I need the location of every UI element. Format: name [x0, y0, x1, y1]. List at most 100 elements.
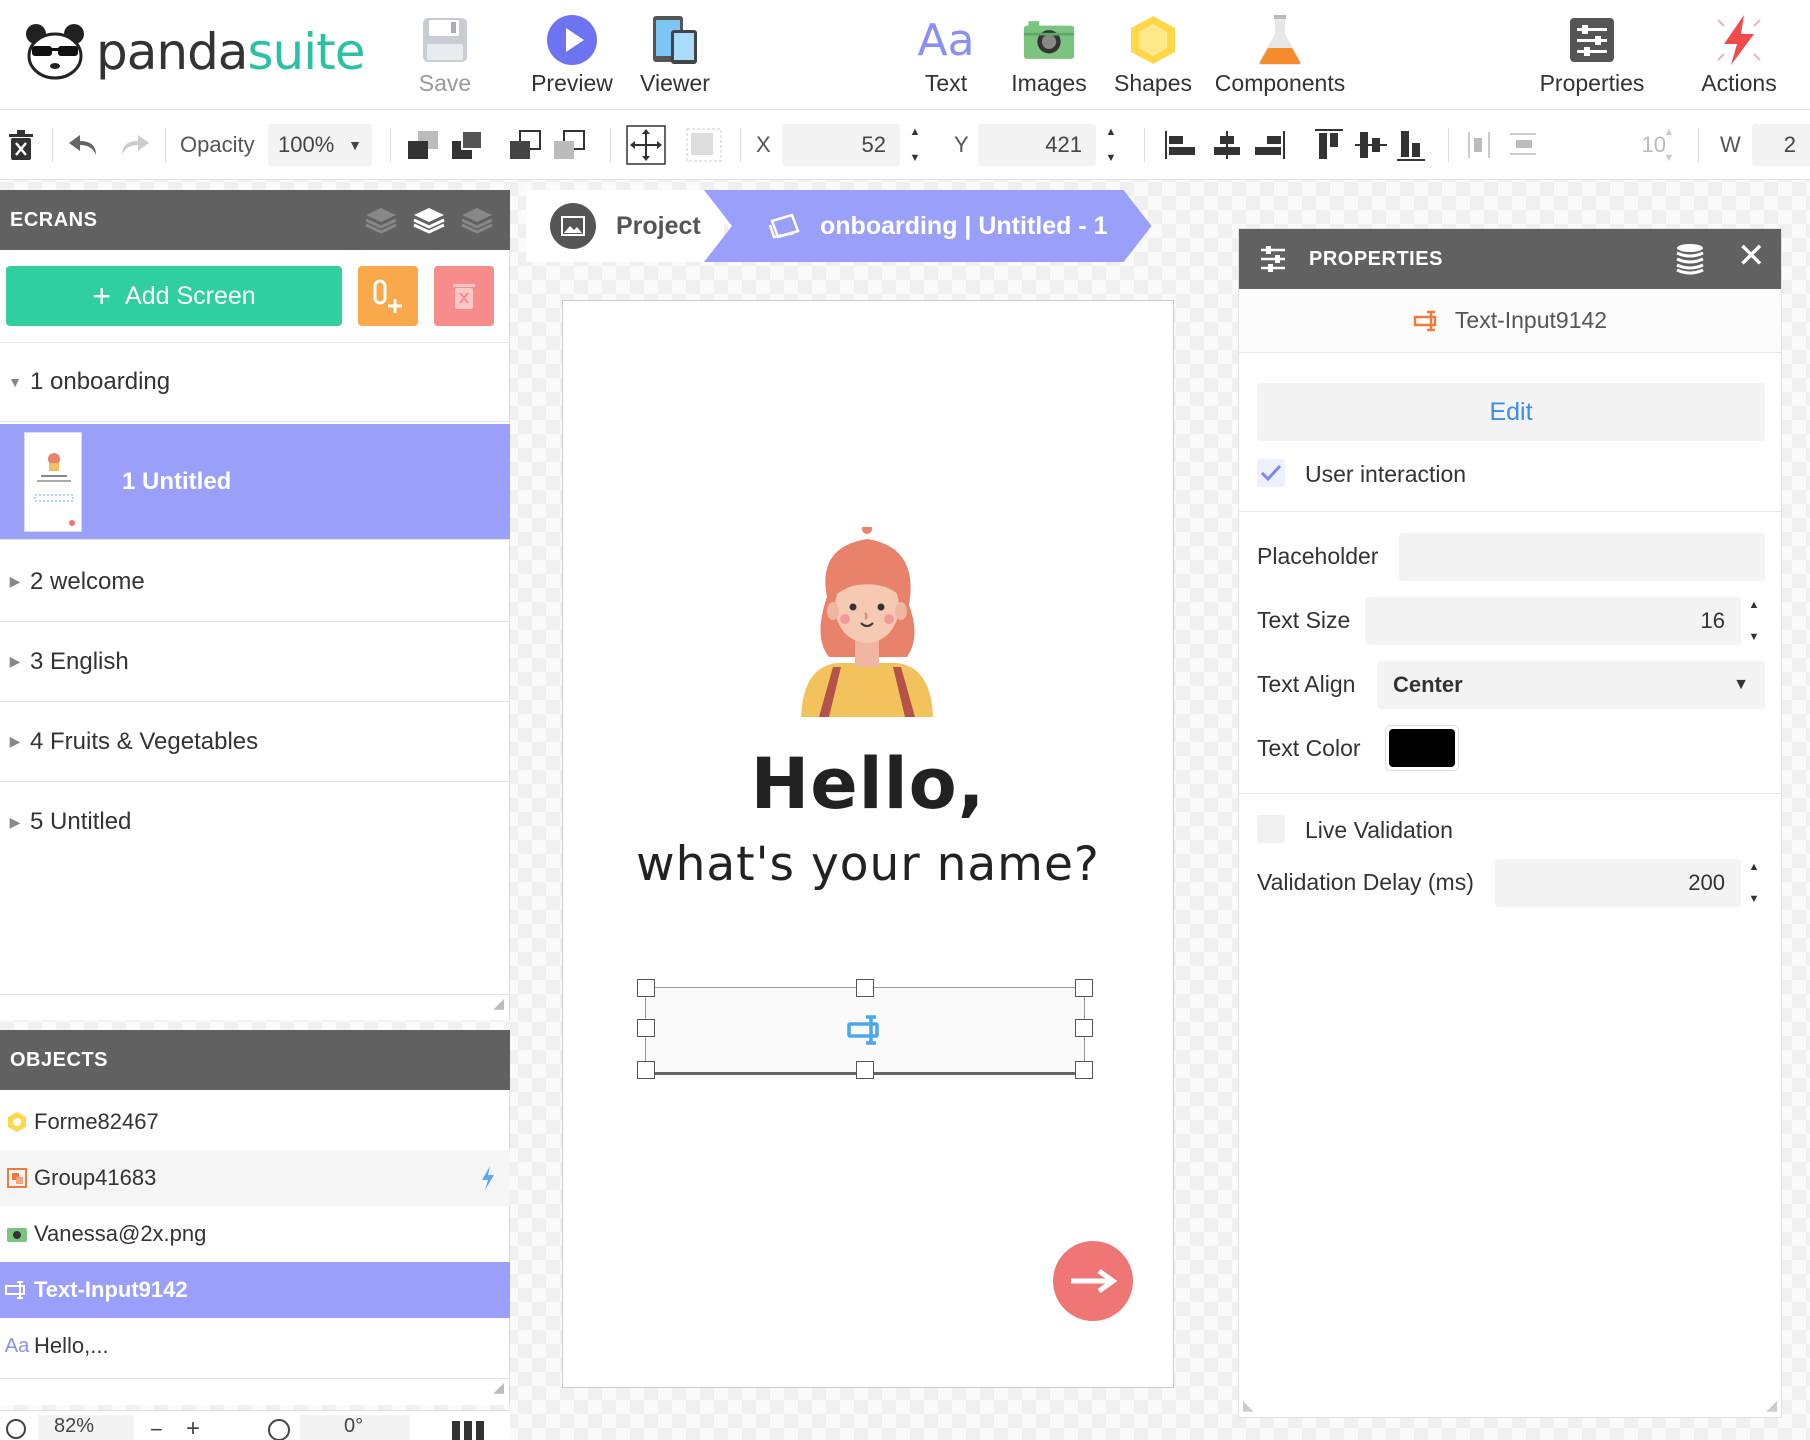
resize-handle-top-right[interactable] — [1075, 979, 1093, 997]
vanessa-avatar-image[interactable] — [797, 527, 937, 717]
align-center-button[interactable] — [1210, 110, 1244, 180]
expand-right-icon[interactable]: ▶ — [0, 814, 30, 831]
w-input[interactable]: 2 — [1752, 124, 1810, 166]
object-row-group41683[interactable]: Group41683 — [0, 1150, 510, 1206]
distribute-horizontal-button[interactable] — [1466, 110, 1494, 180]
align-right-button[interactable] — [1252, 110, 1286, 180]
text-color-swatch[interactable] — [1385, 725, 1459, 771]
zoom-select[interactable]: 82% — [38, 1415, 134, 1440]
y-stepper[interactable]: ▲ ▼ — [1102, 126, 1120, 164]
align-top-button[interactable] — [1314, 110, 1344, 180]
arrow-down-icon[interactable]: ▼ — [1106, 152, 1117, 164]
delete-screen-button[interactable] — [434, 266, 494, 326]
resize-handle-icon[interactable]: ◣ — [1243, 1397, 1254, 1414]
layers-active-icon[interactable] — [412, 206, 446, 234]
add-screen-button[interactable]: + Add Screen — [6, 266, 342, 326]
layers-collapse-icon[interactable] — [460, 206, 494, 234]
rotation-select[interactable]: 0° — [300, 1415, 410, 1440]
images-tool-button[interactable]: Images — [994, 14, 1104, 97]
resize-handle-icon[interactable]: ◢ — [493, 1379, 504, 1396]
bring-forward-button[interactable] — [450, 110, 484, 180]
zoom-out-button[interactable]: − — [150, 1417, 163, 1440]
distribute-vertical-button[interactable] — [1508, 110, 1538, 180]
text-size-stepper[interactable]: ▲ ▼ — [1745, 599, 1763, 643]
text-size-input[interactable]: 16 — [1365, 597, 1741, 645]
edit-button[interactable]: Edit — [1257, 383, 1765, 441]
components-tool-button[interactable]: Components — [1215, 14, 1345, 97]
object-row-forme82467[interactable]: Forme82467 — [0, 1094, 510, 1150]
expand-right-icon[interactable]: ▶ — [0, 573, 30, 590]
screen-group-english[interactable]: ▶ 3 English — [0, 622, 510, 702]
arrow-down-icon[interactable]: ▼ — [1664, 152, 1675, 164]
resize-handle-left[interactable] — [637, 1019, 655, 1037]
layers-icon[interactable] — [364, 206, 398, 234]
objects-panel-resize[interactable]: ◢ — [0, 1378, 510, 1396]
save-button[interactable]: Save — [390, 14, 500, 97]
arrow-up-icon[interactable]: ▲ — [1749, 599, 1760, 611]
expand-right-icon[interactable]: ▶ — [0, 733, 30, 750]
align-bottom-button[interactable] — [1396, 110, 1426, 180]
next-arrow-button[interactable] — [1053, 1241, 1133, 1321]
expand-down-icon[interactable]: ▼ — [0, 374, 30, 390]
object-row-text-input9142[interactable]: Text-Input9142 — [0, 1262, 510, 1318]
arrow-up-icon[interactable]: ▲ — [1106, 126, 1117, 138]
object-row-vanessa-png[interactable]: Vanessa@2x.png — [0, 1206, 510, 1262]
placeholder-input[interactable] — [1399, 533, 1765, 581]
validation-delay-stepper[interactable]: ▲ ▼ — [1745, 861, 1763, 905]
properties-panel-resize[interactable]: ◣ ◢ — [1239, 1397, 1781, 1417]
y-input[interactable]: 421 — [978, 124, 1096, 166]
close-icon[interactable]: ✕ — [1737, 239, 1766, 273]
breadcrumb-project[interactable]: Project — [526, 190, 724, 262]
resize-handle-right[interactable] — [1075, 1019, 1093, 1037]
object-row-hello-text[interactable]: Aa Hello,... — [0, 1318, 510, 1374]
screens-panel-resize[interactable]: ◢ — [0, 994, 510, 1012]
x-stepper[interactable]: ▲ ▼ — [906, 126, 924, 164]
undo-button[interactable] — [66, 110, 102, 180]
arrow-up-icon[interactable]: ▲ — [1664, 126, 1675, 138]
greeting-heading[interactable]: Hello, — [563, 743, 1173, 825]
x-input[interactable]: 52 — [782, 124, 900, 166]
screen-group-onboarding[interactable]: ▼ 1 onboarding — [0, 342, 510, 422]
opacity-select[interactable]: 100% ▼ — [268, 124, 372, 166]
breadcrumb-current[interactable]: onboarding | Untitled - 1 — [704, 190, 1152, 262]
resize-handle-bottom[interactable] — [856, 1061, 874, 1079]
delete-object-button[interactable] — [8, 110, 34, 180]
zoom-in-button[interactable]: + — [186, 1415, 200, 1440]
expand-right-icon[interactable]: ▶ — [0, 653, 30, 670]
preview-button[interactable]: Preview — [517, 14, 627, 97]
screen-group-fruits-vegetables[interactable]: ▶ 4 Fruits & Vegetables — [0, 702, 510, 782]
resize-handle-icon[interactable]: ◢ — [1766, 1397, 1777, 1414]
properties-toolbar-button[interactable]: Properties — [1537, 14, 1647, 97]
shapes-tool-button[interactable]: Shapes — [1098, 14, 1208, 97]
align-middle-button[interactable] — [1354, 110, 1388, 180]
arrow-up-icon[interactable]: ▲ — [910, 126, 921, 138]
question-heading[interactable]: what's your name? — [563, 837, 1173, 892]
duplicate-screen-button[interactable] — [358, 266, 418, 326]
arrow-down-icon[interactable]: ▼ — [1749, 893, 1760, 905]
screen-item-untitled-1[interactable]: 1 Untitled — [0, 424, 510, 540]
resize-handle-bottom-left[interactable] — [637, 1061, 655, 1079]
arrow-down-icon[interactable]: ▼ — [910, 152, 921, 164]
redo-button[interactable] — [116, 110, 152, 180]
resize-handle-top-left[interactable] — [637, 979, 655, 997]
spacing-stepper[interactable]: ▲ ▼ — [1660, 126, 1678, 164]
grid-icon[interactable] — [452, 1421, 484, 1440]
database-icon[interactable] — [1675, 243, 1705, 275]
resize-handle-top[interactable] — [856, 979, 874, 997]
viewer-button[interactable]: Viewer — [620, 14, 730, 97]
artboard-canvas[interactable]: Hello, what's your name? — [562, 300, 1174, 1388]
send-backward-button[interactable] — [508, 110, 542, 180]
action-lightning-icon[interactable] — [480, 1165, 496, 1191]
user-interaction-checkbox[interactable] — [1257, 459, 1285, 487]
fit-button[interactable] — [626, 110, 666, 180]
arrow-up-icon[interactable]: ▲ — [1749, 861, 1760, 873]
fill-button[interactable] — [686, 110, 722, 180]
validation-delay-input[interactable]: 200 — [1495, 859, 1741, 907]
align-left-button[interactable] — [1164, 110, 1198, 180]
resize-handle-icon[interactable]: ◢ — [493, 995, 504, 1012]
resize-handle-bottom-right[interactable] — [1075, 1061, 1093, 1079]
screen-group-untitled-5[interactable]: ▶ 5 Untitled — [0, 782, 510, 862]
bring-to-front-button[interactable] — [406, 110, 440, 180]
text-align-select[interactable]: Center ▼ — [1377, 661, 1765, 709]
actions-toolbar-button[interactable]: Actions — [1684, 14, 1794, 97]
